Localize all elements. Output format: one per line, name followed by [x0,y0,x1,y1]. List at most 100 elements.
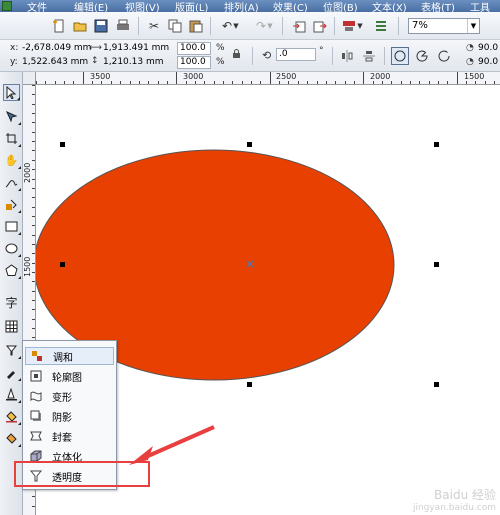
menu-item-label: 阴影 [52,412,72,424]
mirror-horizontal-button[interactable] [338,47,356,65]
undo-dropdown-icon[interactable]: ▼ [232,17,240,35]
ruler-tick [92,81,94,84]
menu-item-distort[interactable]: 变形 [25,387,114,405]
print-icon[interactable] [114,17,132,35]
menu-text[interactable]: 文本(X) [372,0,407,12]
menu-layout[interactable]: 版面(L) [175,0,208,12]
polygon-tool-icon[interactable] [3,262,21,279]
ruler-tick [82,72,84,84]
ruler-tick [32,206,35,208]
ruler-tick [45,81,47,84]
menu-edit[interactable]: 编辑(E) [74,0,108,12]
start-angle-icon: ◔ [466,43,474,53]
import-icon[interactable] [290,17,308,35]
ellipse-button[interactable] [391,47,409,65]
lock-ratio-icon[interactable] [232,49,241,62]
menu-table[interactable]: 表格(T) [421,0,455,12]
interactive-fill-tool-icon[interactable] [3,430,21,447]
table-tool-icon[interactable] [3,318,20,335]
watermark: Baidu 经验 jingyan.baidu.com [413,486,496,513]
ruler-tick [325,81,327,84]
ruler-tick [438,81,440,84]
menu-item-envelope[interactable]: 封套 [25,427,114,445]
ruler-tick [475,81,477,84]
ruler-tick [54,81,56,84]
watermark-url: jingyan.baidu.com [412,503,496,513]
rectangle-tool-icon[interactable] [3,218,21,235]
outline-tool-icon[interactable] [3,386,21,403]
start-angle-field[interactable]: 90.0 [478,42,498,54]
menu-tools[interactable]: 工具 [470,0,490,12]
menu-item-blend[interactable]: 调和 [25,347,114,365]
ruler-tick [32,169,35,171]
ruler-tick [204,81,206,84]
ruler-tick [148,81,150,84]
save-icon[interactable] [92,17,110,35]
contour-icon [29,369,43,383]
menu-arrange[interactable]: 排列(A) [224,0,259,12]
scale-height-input[interactable]: 100.0 [177,56,211,69]
ruler-tick [32,290,35,292]
export-icon[interactable] [311,17,329,35]
ruler-tick [73,81,75,84]
menu-item-shadow[interactable]: 阴影 [25,407,114,425]
copy-icon[interactable] [166,17,184,35]
redo-dropdown-icon[interactable]: ▼ [266,17,274,35]
eyedropper-tool-icon[interactable] [3,364,21,381]
pan-tool-icon[interactable]: ✋ [3,152,21,169]
zoom-level-select[interactable]: 7% ▼ [408,18,480,34]
ruler-tick [32,131,35,133]
paste-icon[interactable] [187,17,205,35]
mirror-vertical-button[interactable] [360,47,378,65]
x-position-field[interactable]: -2,678.049 mm [22,42,91,54]
h-ruler-label: 3500 [90,72,111,81]
width-field[interactable]: 1,913.491 mm [103,42,169,54]
ruler-tick [32,141,35,143]
open-icon[interactable] [71,17,89,35]
smart-fill-tool-icon[interactable] [3,196,21,213]
horizontal-ruler[interactable]: 3500 3000 2500 2000 1500 [36,72,500,85]
crop-tool-icon[interactable] [3,130,21,147]
ruler-tick [484,81,486,84]
ruler-tick [32,318,35,320]
menu-bitmaps[interactable]: 位图(B) [323,0,358,12]
new-document-icon[interactable] [50,17,68,35]
end-angle-icon: ◔ [466,57,474,67]
text-tool-icon[interactable]: 字 [3,294,20,311]
ruler-tick [185,81,187,84]
menu-item-contour[interactable]: 轮廓图 [25,367,114,385]
ruler-tick [32,328,35,330]
menu-effects[interactable]: 效果(C) [273,0,308,12]
ruler-origin[interactable] [23,72,36,85]
ruler-tick [120,81,122,84]
y-position-field[interactable]: 1,522.643 mm [22,56,88,68]
shape-tool-icon[interactable] [3,108,21,125]
ruler-tick [32,103,35,105]
pick-tool-icon[interactable] [3,84,20,101]
end-angle-field[interactable]: 90.0 [478,56,498,68]
ruler-tick [32,281,35,283]
menu-file[interactable]: 文件 [27,0,47,12]
ruler-tick [32,496,35,498]
welcome-screen-icon[interactable] [372,17,390,35]
ellipse-tool-icon[interactable] [3,240,21,257]
scale-width-input[interactable]: 100.0 [177,42,211,55]
launcher-dropdown-icon[interactable]: ▼ [356,17,364,35]
distort-icon [29,389,43,403]
ruler-tick [269,72,271,84]
arc-button[interactable] [435,47,453,65]
ruler-tick [372,81,374,84]
fill-tool-icon[interactable] [3,408,21,425]
freehand-tool-icon[interactable] [3,174,21,191]
transparency-tool-icon[interactable] [3,342,21,359]
cut-icon[interactable]: ✂ [145,17,163,35]
ruler-tick [32,253,35,255]
height-field[interactable]: 1,210.13 mm [103,56,163,68]
highlight-box [14,461,150,487]
percent-label-2: % [216,57,225,67]
rotation-angle-input[interactable]: .0 [276,48,316,61]
menu-view[interactable]: 视图(V) [125,0,160,12]
ruler-tick [381,81,383,84]
pie-button[interactable] [413,47,431,65]
chevron-down-icon: ▼ [467,19,479,33]
